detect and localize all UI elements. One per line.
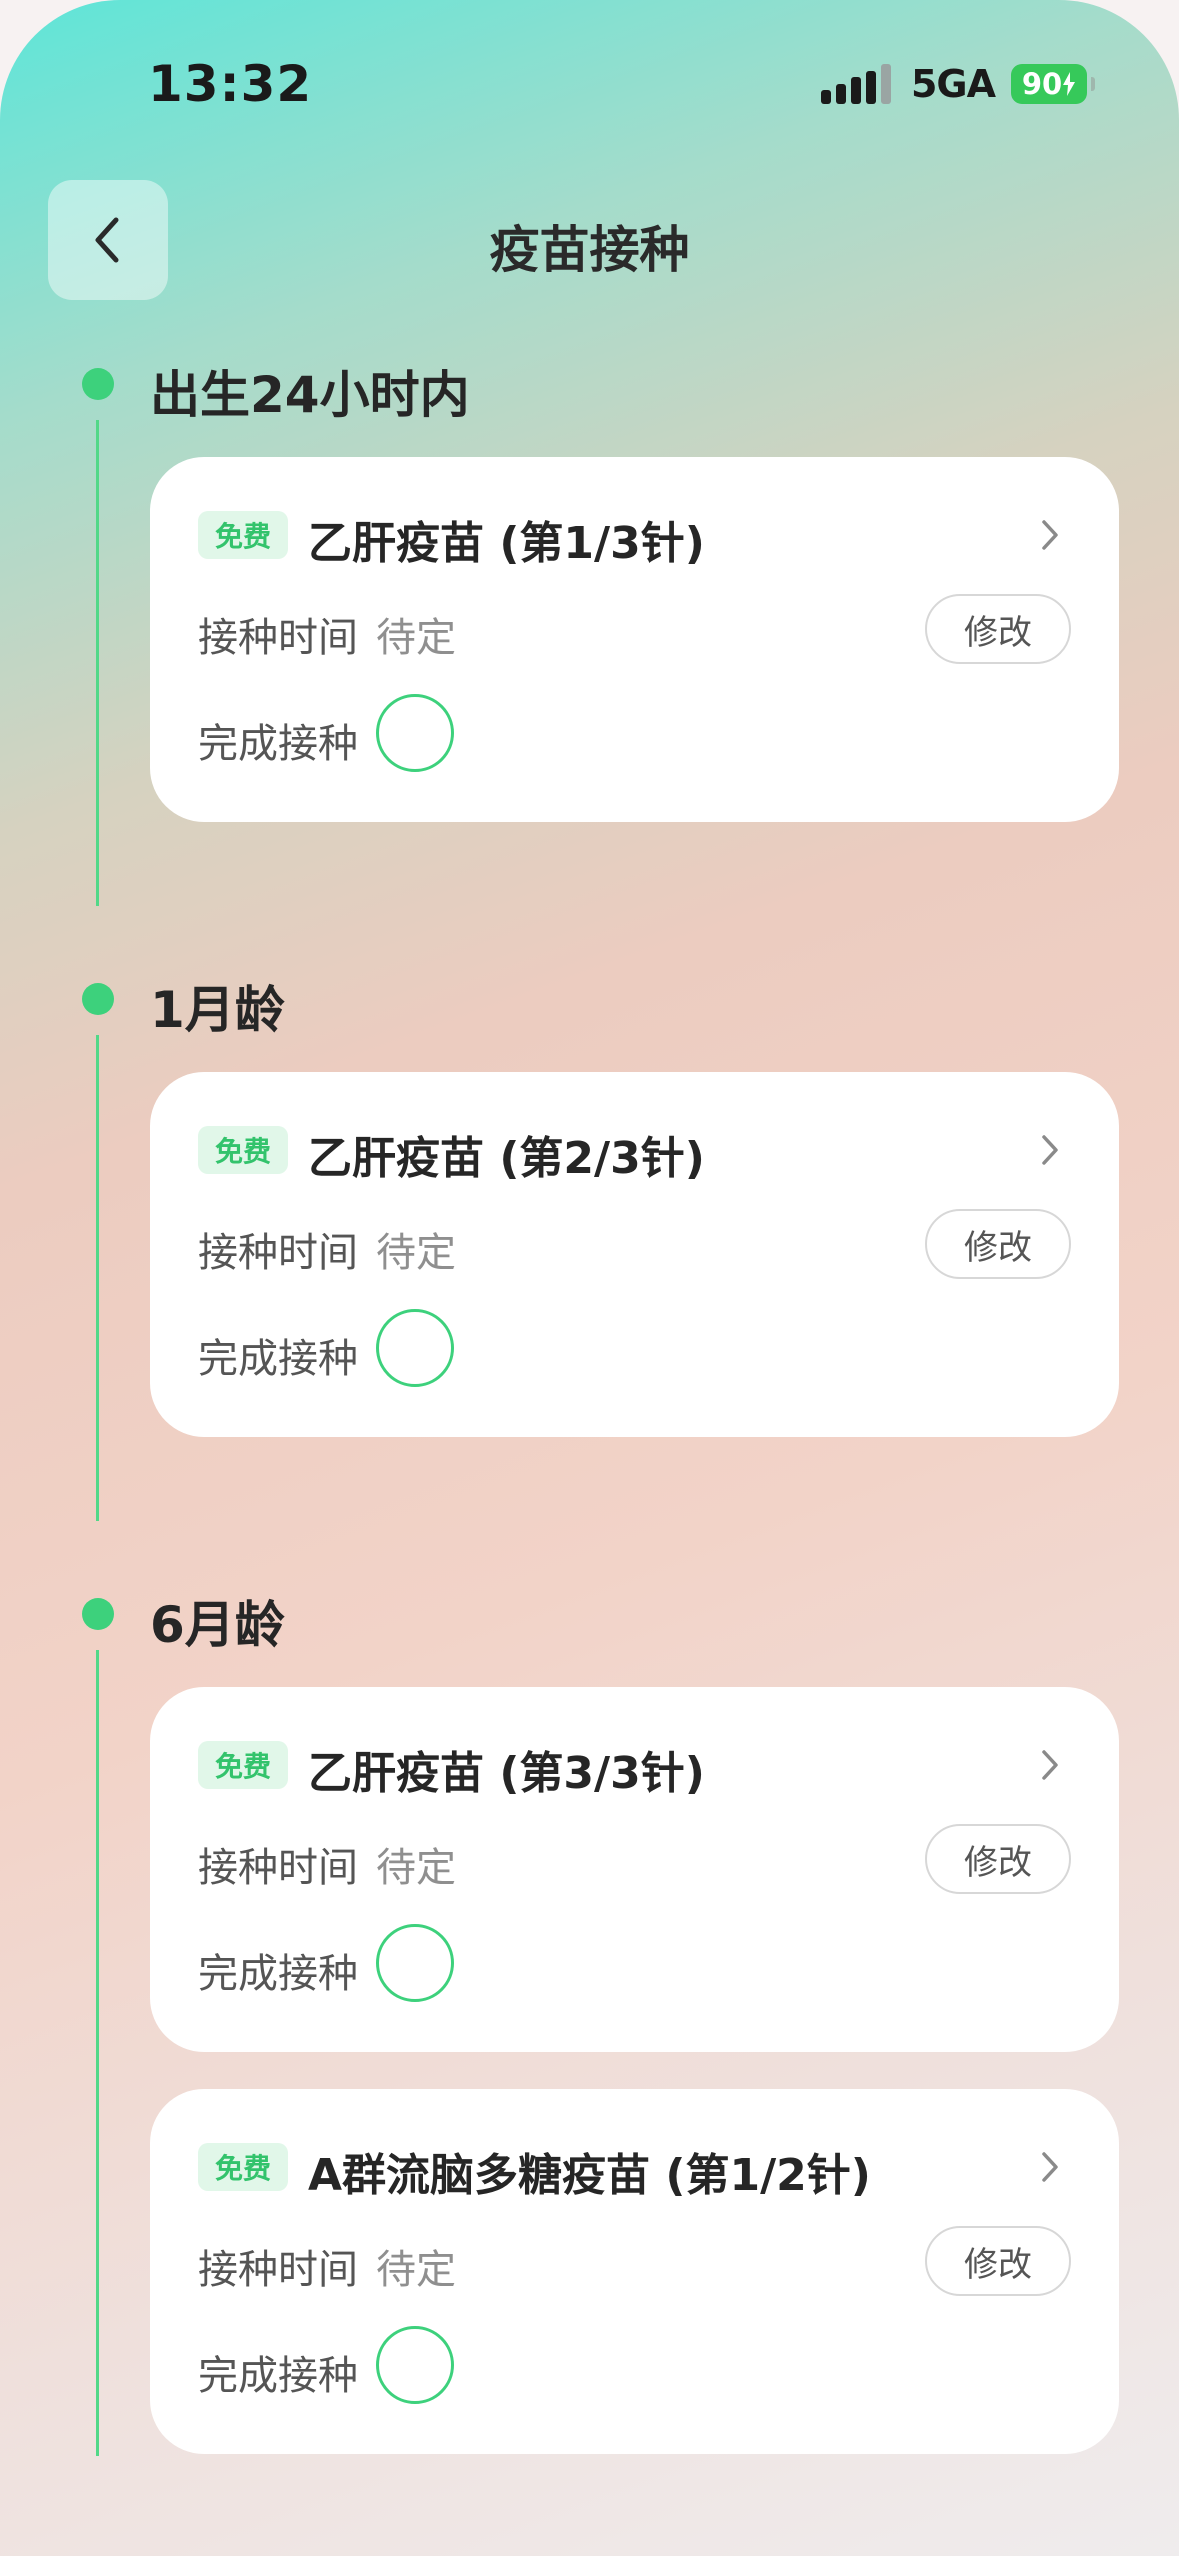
modify-button[interactable]: 修改 <box>925 2226 1071 2296</box>
status-bar-right: 5GA 90 <box>820 62 1095 106</box>
chevron-right-icon[interactable] <box>1039 517 1061 553</box>
modify-button[interactable]: 修改 <box>925 1824 1071 1894</box>
done-checkbox[interactable] <box>376 1924 454 2002</box>
date-label: 接种时间 <box>198 615 358 661</box>
done-checkbox[interactable] <box>376 1309 454 1387</box>
network-type: 5GA <box>910 62 996 106</box>
done-label: 完成接种 <box>198 1336 358 1382</box>
free-badge: 免费 <box>198 511 288 559</box>
date-value: 待定 <box>376 1230 456 1276</box>
signal-strength-icon <box>820 64 891 104</box>
modify-button[interactable]: 修改 <box>925 1209 1071 1279</box>
chevron-right-icon[interactable] <box>1039 1132 1061 1168</box>
vaccine-name: 乙肝疫苗 (第1/3针) <box>308 518 705 569</box>
timeline-dot <box>82 983 114 1015</box>
timeline-line <box>96 420 99 906</box>
timeline-line <box>96 1035 99 1521</box>
section-label: 出生24小时内 <box>150 366 470 424</box>
date-label: 接种时间 <box>198 1230 358 1276</box>
date-label: 接种时间 <box>198 2247 358 2293</box>
timeline-line <box>96 1650 99 2456</box>
charging-bolt-icon <box>1063 72 1076 96</box>
modify-button[interactable]: 修改 <box>925 594 1071 664</box>
vaccine-name: 乙肝疫苗 (第3/3针) <box>308 1748 705 1799</box>
vaccine-name: A群流脑多糖疫苗 (第1/2针) <box>308 2150 871 2201</box>
free-badge: 免费 <box>198 1126 288 1174</box>
vaccine-card[interactable]: 免费 乙肝疫苗 (第3/3针) 接种时间 待定 修改 完成接种 <box>150 1687 1119 2052</box>
done-label: 完成接种 <box>198 1951 358 1997</box>
timeline-dot <box>82 368 114 400</box>
chevron-right-icon[interactable] <box>1039 2149 1061 2185</box>
done-checkbox[interactable] <box>376 2326 454 2404</box>
vaccine-card[interactable]: 免费 乙肝疫苗 (第1/3针) 接种时间 待定 修改 完成接种 <box>150 457 1119 822</box>
vaccination-screen: 13:32 5GA 90 疫苗接种 出生24小时内 免费 乙肝疫苗 (第1/3针… <box>0 0 1179 2556</box>
vaccine-card[interactable]: 免费 乙肝疫苗 (第2/3针) 接种时间 待定 修改 完成接种 <box>150 1072 1119 1437</box>
date-value: 待定 <box>376 1845 456 1891</box>
battery-icon: 90 <box>1011 64 1095 104</box>
date-value: 待定 <box>376 615 456 661</box>
page-title: 疫苗接种 <box>489 221 690 279</box>
free-badge: 免费 <box>198 1741 288 1789</box>
section-label: 6月龄 <box>150 1596 285 1654</box>
free-badge: 免费 <box>198 2143 288 2191</box>
vaccine-name: 乙肝疫苗 (第2/3针) <box>308 1133 705 1184</box>
date-label: 接种时间 <box>198 1845 358 1891</box>
vaccine-card[interactable]: 免费 A群流脑多糖疫苗 (第1/2针) 接种时间 待定 修改 完成接种 <box>150 2089 1119 2454</box>
done-checkbox[interactable] <box>376 694 454 772</box>
battery-level: 90 <box>1021 67 1063 101</box>
timeline-dot <box>82 1598 114 1630</box>
chevron-right-icon[interactable] <box>1039 1747 1061 1783</box>
done-label: 完成接种 <box>198 2353 358 2399</box>
done-label: 完成接种 <box>198 721 358 767</box>
status-time: 13:32 <box>148 55 313 113</box>
section-label: 1月龄 <box>150 981 285 1039</box>
date-value: 待定 <box>376 2247 456 2293</box>
